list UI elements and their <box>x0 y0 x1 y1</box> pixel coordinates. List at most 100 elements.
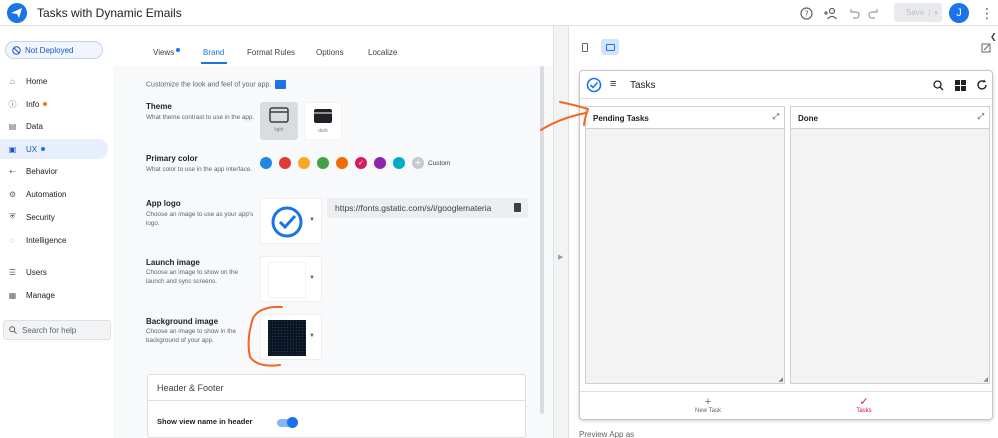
ux-icon: ▣ <box>8 144 17 154</box>
add-custom-color-icon[interactable]: + <box>412 157 424 169</box>
chevron-down-icon[interactable]: ▼ <box>309 217 315 223</box>
home-icon: ⌂ <box>10 76 15 86</box>
file-icon[interactable] <box>514 203 521 212</box>
tab-options[interactable]: Options <box>316 48 344 57</box>
sidebar-item-intelligence[interactable]: ◌ Intelligence <box>0 230 108 250</box>
tab-views[interactable]: Views <box>153 48 181 57</box>
users-icon: ☰ <box>8 267 17 277</box>
color-swatch[interactable] <box>317 157 329 169</box>
search-icon <box>9 326 17 334</box>
sidebar-item-automation[interactable]: ⚙ Automation <box>0 184 108 204</box>
resize-handle-icon[interactable]: ◢ <box>983 376 988 383</box>
nav-new-task[interactable]: + New Task <box>678 396 738 414</box>
more-options-icon[interactable]: ⋮ <box>980 4 994 22</box>
launch-image-picker[interactable]: ▼ <box>260 256 322 302</box>
nav-label: Tasks <box>856 408 872 414</box>
theme-title: Theme <box>146 102 172 111</box>
chevron-down-icon[interactable]: ▼ <box>309 275 315 281</box>
color-swatch[interactable] <box>374 157 386 169</box>
column-title: Pending Tasks <box>593 114 649 123</box>
color-swatch[interactable] <box>393 157 405 169</box>
theme-option-label: dark <box>318 128 328 134</box>
color-swatch[interactable] <box>279 157 291 169</box>
done-column: Done ⤢ ◢ <box>790 106 990 384</box>
plus-icon: + <box>704 396 712 408</box>
behavior-icon: ⇠ <box>9 166 16 176</box>
app-preview-panel: ❮ ≡ Tasks Pending Tasks ⤢ ◢ Done ⤢ ◢ + N… <box>569 26 998 438</box>
header-footer-title[interactable]: Header & Footer <box>148 375 525 401</box>
undo-icon[interactable] <box>846 5 862 21</box>
app-logo-picker[interactable]: ▼ <box>260 198 322 244</box>
sidebar-item-label: Behavior <box>26 166 58 176</box>
redo-icon[interactable] <box>866 5 882 21</box>
column-header: Done ⤢ <box>791 107 989 129</box>
help-icon[interactable]: ? <box>798 5 814 21</box>
save-dropdown-chevron-icon[interactable]: ▾ <box>929 8 942 17</box>
save-button[interactable]: Save ▾ <box>894 3 942 22</box>
color-swatch-row: ✓ + Custom <box>260 157 450 169</box>
help-search-input[interactable]: Search for help <box>3 320 111 340</box>
primary-color-title: Primary color <box>146 154 198 163</box>
user-avatar[interactable]: J <box>949 3 969 23</box>
launch-image-title: Launch image <box>146 258 200 267</box>
header-footer-card: Header & Footer Show view name in header <box>147 374 526 438</box>
mobile-preview-button[interactable] <box>576 39 594 55</box>
tab-localize[interactable]: Localize <box>368 48 397 57</box>
add-user-icon[interactable] <box>822 5 838 21</box>
manage-icon: ▦ <box>8 290 17 300</box>
app-logo-url-field[interactable]: https://fonts.gstatic.com/s/i/googlemate… <box>327 198 528 218</box>
theme-option-dark[interactable]: dark <box>304 102 342 140</box>
preview-toolbar: ❮ <box>569 26 998 66</box>
panel-divider[interactable]: ▶ <box>553 26 569 438</box>
tab-format-rules[interactable]: Format Rules <box>247 48 295 57</box>
background-image-picker[interactable]: ▼ <box>260 314 322 360</box>
app-logo-icon <box>586 77 602 93</box>
sidebar-item-manage[interactable]: ▦ Manage <box>0 285 108 305</box>
sidebar-item-users[interactable]: ☰ Users <box>0 262 108 282</box>
sidebar-item-behavior[interactable]: ⇠ Behavior <box>0 161 108 181</box>
deploy-status-chip[interactable]: Not Deployed <box>5 41 103 59</box>
automation-icon: ⚙ <box>8 189 17 199</box>
sidebar-item-security[interactable]: ⛨ Security <box>0 207 108 227</box>
refresh-icon[interactable] <box>976 79 988 91</box>
nav-tasks[interactable]: ✓ Tasks <box>834 396 894 414</box>
appsheet-logo-icon[interactable] <box>7 3 27 23</box>
sidebar-item-info[interactable]: ⓘ Info <box>0 94 108 114</box>
color-swatch[interactable] <box>336 157 348 169</box>
resize-handle-icon[interactable]: ◢ <box>778 376 783 383</box>
svg-text:?: ? <box>804 9 808 18</box>
menu-icon[interactable]: ≡ <box>610 78 616 90</box>
app-bottom-nav: + New Task ✓ Tasks <box>580 391 992 419</box>
search-icon[interactable] <box>933 80 944 91</box>
color-swatch[interactable] <box>260 157 272 169</box>
sidebar-item-label: UX <box>26 144 38 154</box>
open-external-icon[interactable] <box>981 43 991 53</box>
expand-icon[interactable]: ⤢ <box>773 112 779 122</box>
app-root: Tasks with Dynamic Emails ? Save ▾ J ⋮ N… <box>0 0 998 438</box>
brand-intro-text: Customize the look and feel of your app. <box>146 81 272 89</box>
chevron-down-icon[interactable]: ▼ <box>309 333 315 339</box>
color-swatch[interactable]: ✓ <box>355 157 367 169</box>
tablet-preview-button[interactable] <box>601 39 619 55</box>
info-icon: ⓘ <box>8 99 17 109</box>
chevron-right-icon[interactable]: ▶ <box>558 253 563 261</box>
color-swatch[interactable] <box>298 157 310 169</box>
light-theme-icon <box>269 107 289 123</box>
primary-color-desc: What color to use in the app interface. <box>146 166 253 173</box>
collapse-chevron-icon[interactable]: ❮ <box>990 32 997 41</box>
theme-option-light[interactable]: light <box>260 102 298 140</box>
app-title: Tasks with Dynamic Emails <box>37 6 182 20</box>
grid-view-icon[interactable] <box>955 80 966 91</box>
sidebar-item-data[interactable]: ▤ Data <box>0 116 108 136</box>
sidebar-item-label: Users <box>26 267 47 277</box>
expand-icon[interactable]: ⤢ <box>978 112 984 122</box>
show-view-name-label: Show view name in header <box>157 417 253 426</box>
show-view-name-toggle[interactable] <box>277 417 298 428</box>
sidebar-item-ux[interactable]: ▣ UX <box>0 139 108 159</box>
tab-brand[interactable]: Brand <box>203 48 224 57</box>
docs-book-icon[interactable] <box>275 80 287 89</box>
tablet-icon <box>605 43 615 51</box>
sidebar-item-home[interactable]: ⌂ Home <box>0 71 108 91</box>
custom-color-label[interactable]: Custom <box>428 160 450 167</box>
settings-scrollbar[interactable] <box>540 66 544 414</box>
